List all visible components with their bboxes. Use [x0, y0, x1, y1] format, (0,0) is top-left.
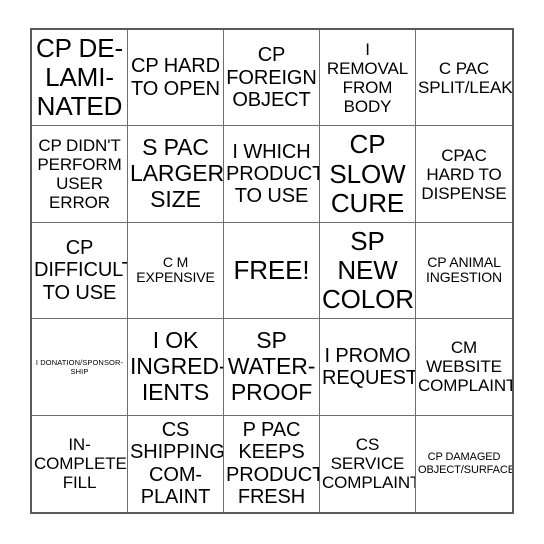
bingo-cell-label: I DONATION/SPONSOR- SHIP: [35, 357, 124, 376]
bingo-cell-label: CM WEBSITE COMPLAINT: [418, 338, 512, 396]
bingo-cell-label: SP WATER- PROOF: [227, 327, 316, 405]
bingo-cell-label: FREE!: [233, 254, 310, 285]
bingo-cell-label: S PAC LARGER SIZE: [130, 134, 224, 212]
bingo-cell-r2c3[interactable]: I WHICH PRODUCT TO USE: [224, 126, 320, 223]
bingo-cell-label: I PROMO REQUEST: [322, 344, 416, 389]
bingo-cell-r3c5[interactable]: CP ANIMAL INGESTION: [416, 222, 512, 320]
bingo-cell-r1c2[interactable]: CP HARD TO OPEN: [128, 30, 224, 127]
bingo-cell-r4c3[interactable]: SP WATER- PROOF: [224, 319, 320, 416]
bingo-cell-r5c5[interactable]: CP DAMAGED OBJECT/SURFACE: [416, 415, 512, 512]
bingo-cell-label: CP FOREIGN OBJECT: [226, 44, 317, 111]
bingo-cell-r3c4[interactable]: SP NEW COLOR: [320, 222, 416, 320]
bingo-cell-r5c1[interactable]: IN- COMPLETE FILL: [32, 415, 128, 512]
bingo-cell-label: CPAC HARD TO DISPENSE: [421, 145, 507, 203]
bingo-cell-label: I OK INGRED- IENTS: [130, 327, 224, 405]
bingo-cell-label: I WHICH PRODUCT TO USE: [226, 140, 320, 208]
bingo-cell-label: SP NEW COLOR: [322, 225, 414, 315]
bingo-cell-r5c4[interactable]: CS SERVICE COMPLAINT: [320, 415, 416, 512]
bingo-cell-label: CP DE- LAMI- NATED: [35, 33, 124, 122]
bingo-cell-r1c4[interactable]: I REMOVAL FROM BODY: [320, 30, 416, 127]
bingo-cell-r3c1[interactable]: CP DIFFICULT TO USE: [32, 222, 128, 320]
bingo-cell-r5c3[interactable]: P PAC KEEPS PRODUCT FRESH: [224, 415, 320, 512]
bingo-card: CP DE- LAMI- NATED CP HARD TO OPEN CP FORE…: [30, 28, 514, 514]
bingo-cell-r4c5[interactable]: CM WEBSITE COMPLAINT: [416, 319, 512, 416]
bingo-grid: CP DE- LAMI- NATED CP HARD TO OPEN CP FORE…: [32, 30, 512, 512]
bingo-cell-r2c5[interactable]: CPAC HARD TO DISPENSE: [416, 126, 512, 223]
bingo-cell-label: P PAC KEEPS PRODUCT FRESH: [226, 419, 320, 509]
bingo-cell-r1c5[interactable]: C PAC SPLIT/LEAK: [416, 30, 512, 127]
bingo-cell-label: C M EXPENSIVE: [136, 253, 215, 286]
bingo-cell-label: IN- COMPLETE FILL: [34, 435, 127, 493]
bingo-cell-label: CS SERVICE COMPLAINT: [322, 435, 416, 493]
bingo-cell-r3c2[interactable]: C M EXPENSIVE: [128, 222, 224, 320]
bingo-cell-label: I REMOVAL FROM BODY: [326, 39, 409, 116]
bingo-cell-r1c3[interactable]: CP FOREIGN OBJECT: [224, 30, 320, 127]
bingo-cell-r4c2[interactable]: I OK INGRED- IENTS: [128, 319, 224, 416]
bingo-cell-r4c4[interactable]: I PROMO REQUEST: [320, 319, 416, 416]
bingo-cell-label: CP DAMAGED OBJECT/SURFACE: [418, 451, 512, 476]
bingo-cell-label: CP SLOW CURE: [329, 129, 406, 218]
bingo-cell-r2c1[interactable]: CP DIDN'T PERFORM USER ERROR: [32, 126, 128, 223]
bingo-cell-r1c1[interactable]: CP DE- LAMI- NATED: [32, 30, 128, 127]
bingo-cell-label: CP DIFFICULT TO USE: [34, 236, 128, 304]
bingo-cell-r4c1[interactable]: I DONATION/SPONSOR- SHIP: [32, 319, 128, 416]
bingo-cell-label: CP DIDN'T PERFORM USER ERROR: [37, 136, 122, 213]
bingo-cell-label: CP ANIMAL INGESTION: [425, 253, 503, 286]
bingo-cell-r3c3[interactable]: FREE!: [224, 222, 320, 320]
bingo-cell-r5c2[interactable]: CS SHIPPING COM- PLAINT: [128, 415, 224, 512]
bingo-cell-r2c2[interactable]: S PAC LARGER SIZE: [128, 126, 224, 223]
bingo-cell-label: CP HARD TO OPEN: [131, 55, 220, 100]
bingo-cell-r2c4[interactable]: CP SLOW CURE: [320, 126, 416, 223]
bingo-cell-label: C PAC SPLIT/LEAK: [418, 58, 512, 97]
bingo-cell-label: CS SHIPPING COM- PLAINT: [130, 419, 224, 509]
